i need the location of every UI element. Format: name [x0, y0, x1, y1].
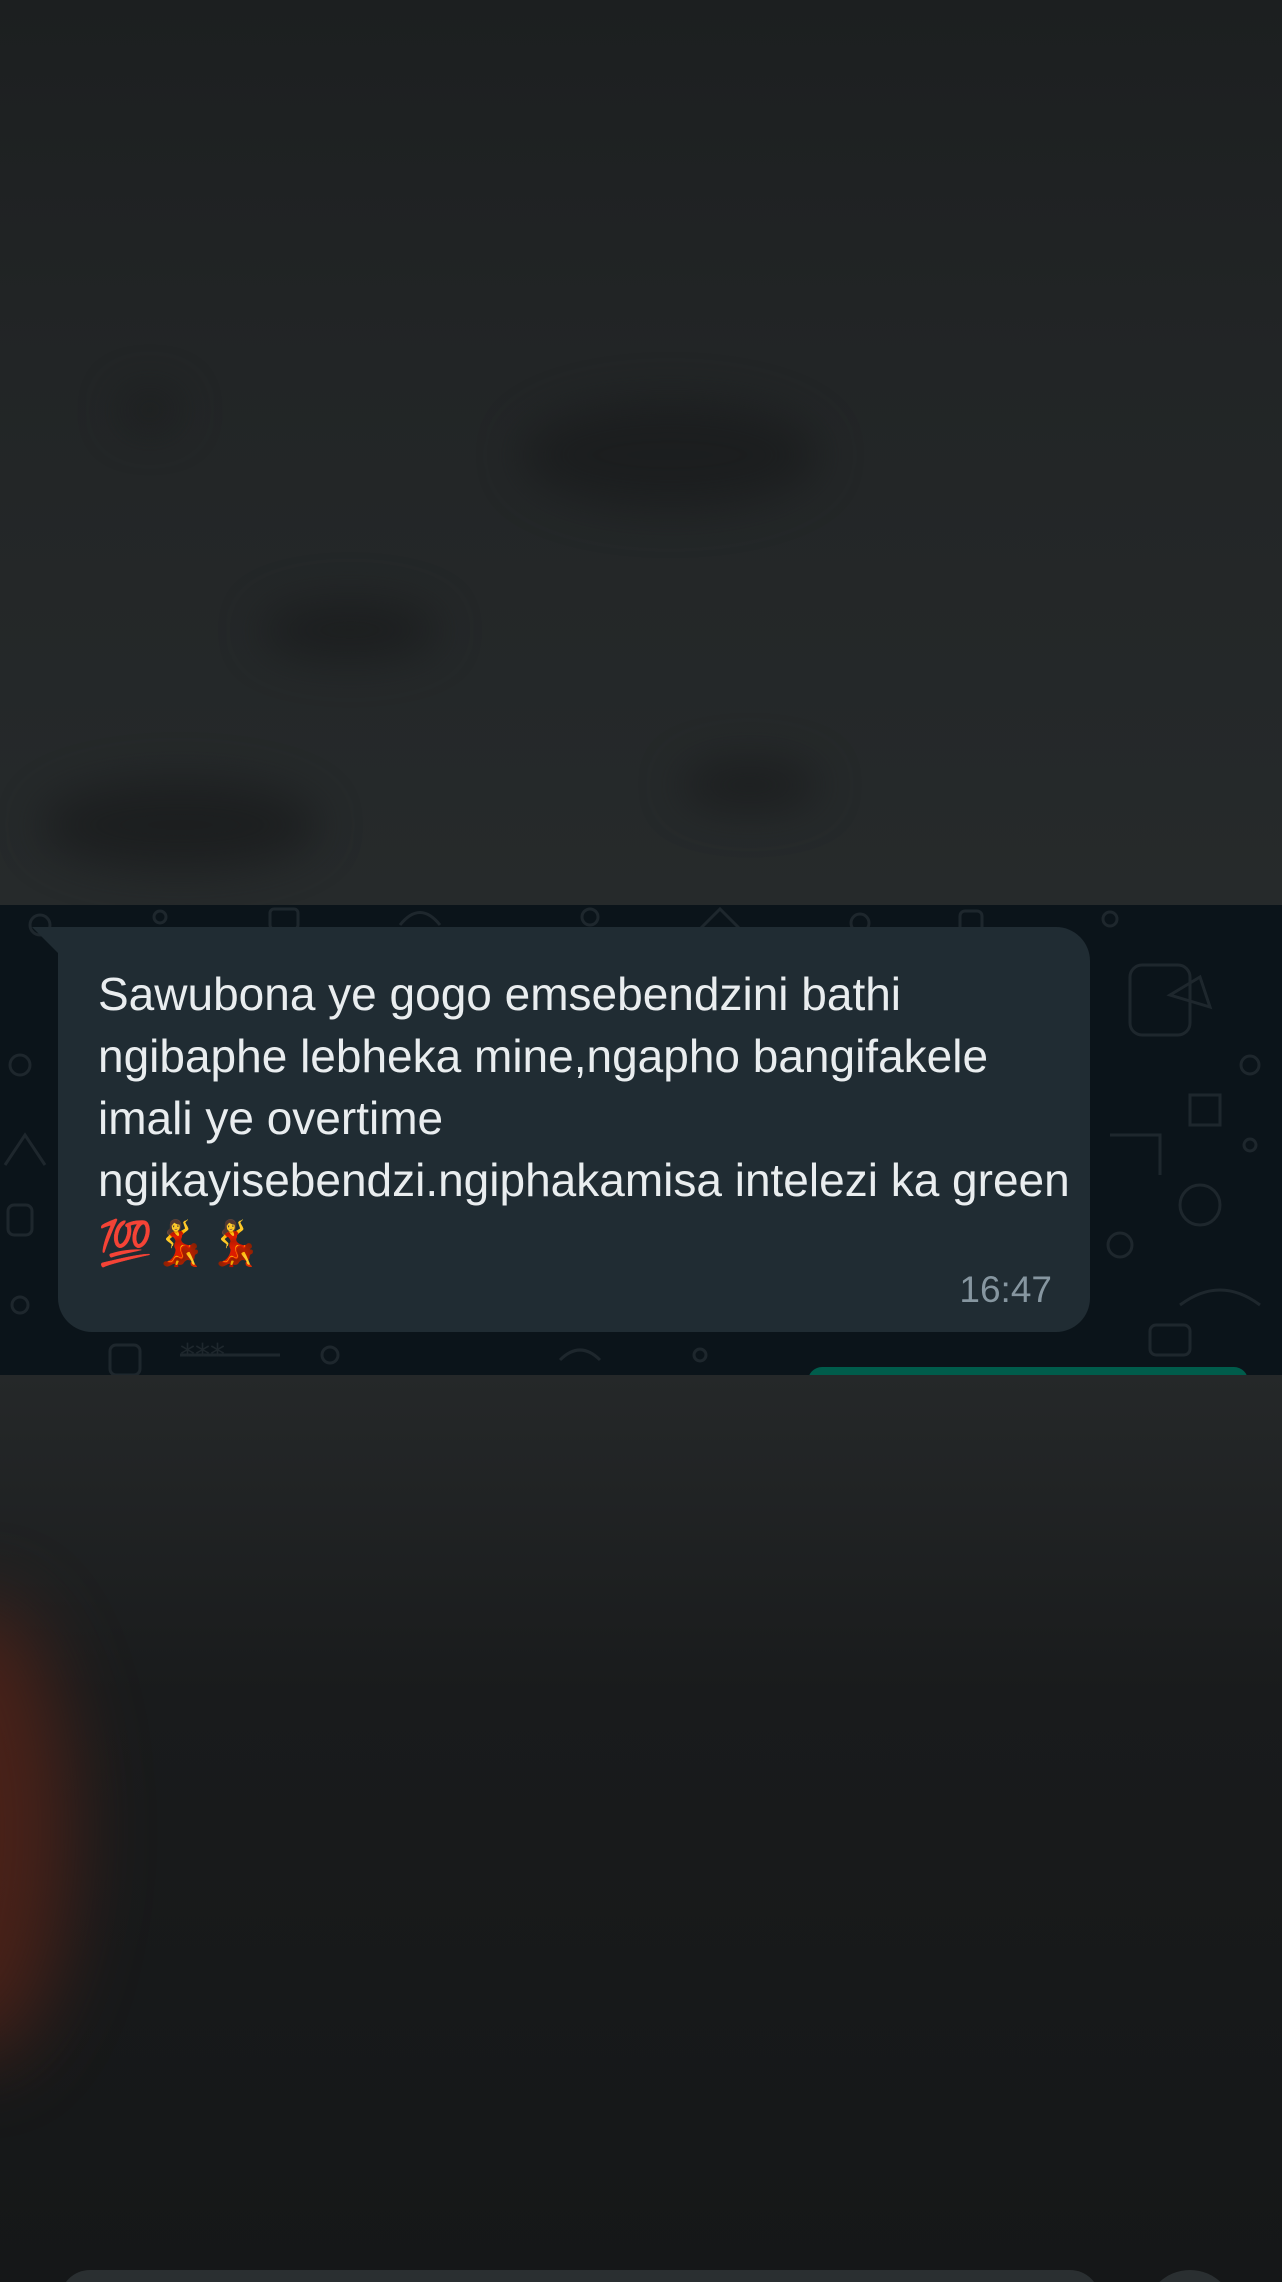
blurred-chat-area-bottom: [0, 1375, 1282, 2282]
screenshot-page: *** Sawubona ye gogo emsebendzini bathi …: [0, 0, 1282, 2282]
message-text: Sawubona ye gogo emsebendzini bathi ngib…: [98, 963, 1078, 1275]
message-input-bar[interactable]: [60, 2270, 1100, 2282]
outgoing-message-bubble-edge: [808, 1367, 1248, 1375]
message-emoji: 💯💃💃: [98, 1218, 263, 1269]
blurred-chat-area-top: [0, 0, 1282, 905]
incoming-message-bubble[interactable]: Sawubona ye gogo emsebendzini bathi ngib…: [58, 927, 1090, 1332]
chat-conversation-strip: *** Sawubona ye gogo emsebendzini bathi …: [0, 905, 1282, 1375]
message-timestamp: 16:47: [959, 1269, 1052, 1310]
svg-text:***: ***: [180, 1338, 225, 1373]
message-body: Sawubona ye gogo emsebendzini bathi ngib…: [98, 968, 1083, 1206]
